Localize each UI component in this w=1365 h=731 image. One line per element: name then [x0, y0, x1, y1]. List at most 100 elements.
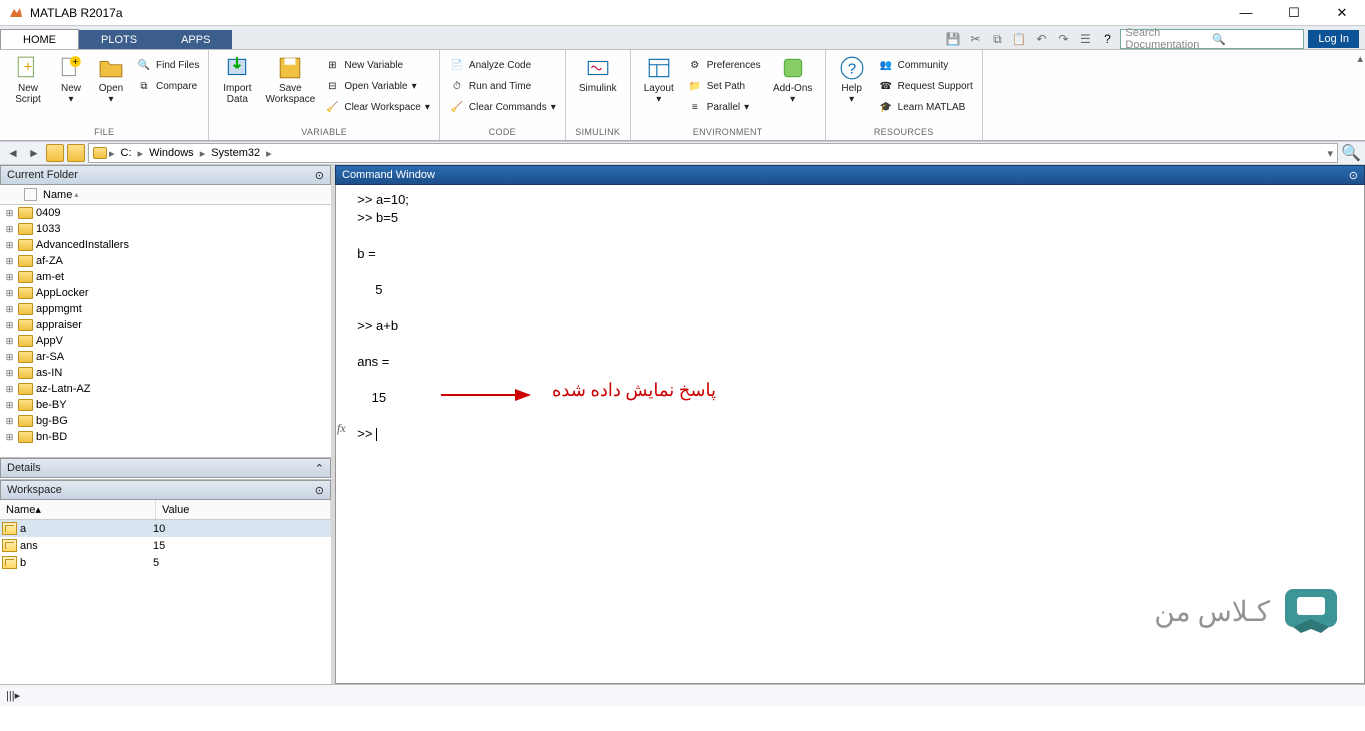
- expand-icon[interactable]: ⊞: [4, 384, 15, 395]
- expand-icon[interactable]: ⊞: [4, 256, 15, 267]
- expand-icon[interactable]: ⊞: [4, 352, 15, 363]
- expand-icon[interactable]: ⊞: [4, 208, 15, 219]
- folder-item[interactable]: ⊞am-et: [0, 269, 331, 285]
- analyze-code-button[interactable]: 📄Analyze Code: [446, 55, 559, 75]
- file-list[interactable]: ⊞0409⊞1033⊞AdvancedInstallers⊞af-ZA⊞am-e…: [0, 205, 331, 457]
- nav-up-icon[interactable]: [46, 144, 64, 162]
- import-data-button[interactable]: Import Data: [215, 55, 259, 105]
- folder-item[interactable]: ⊞AdvancedInstallers: [0, 237, 331, 253]
- folder-item[interactable]: ⊞appmgmt: [0, 301, 331, 317]
- undo-icon[interactable]: ↶: [1032, 30, 1050, 48]
- expand-icon[interactable]: ⊞: [4, 288, 15, 299]
- expand-icon[interactable]: ⊞: [4, 368, 15, 379]
- parallel-button[interactable]: ≡Parallel ▾: [684, 97, 764, 117]
- preferences-button[interactable]: ⚙Preferences: [684, 55, 764, 75]
- new-button[interactable]: + New▾: [53, 55, 89, 105]
- folder-item[interactable]: ⊞0409: [0, 205, 331, 221]
- folder-name-column[interactable]: Name▴: [0, 185, 331, 205]
- folder-item[interactable]: ⊞be-BY: [0, 397, 331, 413]
- folder-item[interactable]: ⊞AppV: [0, 333, 331, 349]
- ribbon-collapse-icon[interactable]: ▴: [1357, 52, 1363, 65]
- folder-item[interactable]: ⊞as-IN: [0, 365, 331, 381]
- breadcrumb-dropdown-icon[interactable]: ▾: [1327, 147, 1333, 160]
- crumb-system32[interactable]: System32: [207, 147, 264, 159]
- expand-icon[interactable]: ⊞: [4, 240, 15, 251]
- new-script-button[interactable]: + New Script: [6, 55, 50, 105]
- find-files-button[interactable]: 🔍Find Files: [133, 55, 202, 75]
- crumb-c[interactable]: C:: [117, 147, 136, 159]
- tab-plots[interactable]: PLOTS: [79, 30, 159, 49]
- command-window-header[interactable]: Command Window ⊙: [335, 165, 1365, 185]
- learn-matlab-button[interactable]: 🎓Learn MATLAB: [875, 97, 976, 117]
- crumb-windows[interactable]: Windows: [145, 147, 198, 159]
- compare-button[interactable]: ⧉Compare: [133, 76, 202, 96]
- community-button[interactable]: 👥Community: [875, 55, 976, 75]
- expand-icon[interactable]: ⊞: [4, 272, 15, 283]
- breadcrumb[interactable]: ▸ C: ▸ Windows ▸ System32 ▸ ▾: [88, 143, 1338, 163]
- clear-commands-button[interactable]: 🧹Clear Commands ▾: [446, 97, 559, 117]
- panel-expand-icon[interactable]: ⌃: [315, 462, 324, 475]
- details-header[interactable]: Details ⌃: [0, 458, 331, 478]
- expand-icon[interactable]: ⊞: [4, 320, 15, 331]
- nav-back-icon[interactable]: ◄: [4, 144, 22, 162]
- workspace-rows[interactable]: a10ans15b5: [0, 520, 331, 684]
- panel-menu-icon[interactable]: ⊙: [315, 484, 324, 497]
- copy-icon[interactable]: ⧉: [988, 30, 1006, 48]
- login-button[interactable]: Log In: [1308, 30, 1359, 48]
- help-button[interactable]: ? Help▾: [832, 55, 872, 105]
- expand-icon[interactable]: ⊞: [4, 416, 15, 427]
- minimize-button[interactable]: —: [1231, 5, 1261, 21]
- save-icon[interactable]: 💾: [944, 30, 962, 48]
- workspace-row[interactable]: ans15: [0, 537, 331, 554]
- request-support-button[interactable]: ☎Request Support: [875, 76, 976, 96]
- save-workspace-button[interactable]: Save Workspace: [262, 55, 318, 105]
- workspace-row[interactable]: a10: [0, 520, 331, 537]
- nav-folder-icon[interactable]: [67, 144, 85, 162]
- folder-item[interactable]: ⊞af-ZA: [0, 253, 331, 269]
- set-path-button[interactable]: 📁Set Path: [684, 76, 764, 96]
- close-button[interactable]: ✕: [1327, 5, 1357, 21]
- cut-icon[interactable]: ✂: [966, 30, 984, 48]
- toggle-icon[interactable]: ☰: [1076, 30, 1094, 48]
- help-icon[interactable]: ?: [1098, 30, 1116, 48]
- expand-icon[interactable]: ⊞: [4, 432, 15, 443]
- expand-icon[interactable]: ⊞: [4, 336, 15, 347]
- folder-item[interactable]: ⊞ar-SA: [0, 349, 331, 365]
- fx-icon[interactable]: fx: [337, 421, 346, 436]
- folder-item[interactable]: ⊞bn-BD: [0, 429, 331, 445]
- expand-icon[interactable]: ⊞: [4, 400, 15, 411]
- nav-forward-icon[interactable]: ►: [25, 144, 43, 162]
- panel-menu-icon[interactable]: ⊙: [315, 169, 324, 182]
- folder-item[interactable]: ⊞ 1033: [0, 221, 331, 237]
- addons-button[interactable]: Add-Ons▾: [767, 55, 819, 105]
- folder-item[interactable]: ⊞az-Latn-AZ: [0, 381, 331, 397]
- current-folder-header[interactable]: Current Folder ⊙: [0, 165, 331, 185]
- path-search-icon[interactable]: 🔍: [1341, 143, 1361, 163]
- folder-item[interactable]: ⊞AppLocker: [0, 285, 331, 301]
- run-and-time-button[interactable]: ⏱Run and Time: [446, 76, 559, 96]
- folder-item[interactable]: ⊞bg-BG: [0, 413, 331, 429]
- workspace-value-column[interactable]: Value: [156, 500, 331, 519]
- workspace-header[interactable]: Workspace ⊙: [0, 480, 331, 500]
- clear-workspace-button[interactable]: 🧹Clear Workspace ▾: [321, 97, 433, 117]
- open-variable-button[interactable]: ⊟Open Variable ▾: [321, 76, 433, 96]
- folder-item[interactable]: ⊞appraiser: [0, 317, 331, 333]
- simulink-button[interactable]: Simulink: [572, 55, 624, 94]
- tab-apps[interactable]: APPS: [159, 30, 232, 49]
- workspace-name-column[interactable]: Name ▴: [0, 500, 156, 519]
- expand-icon[interactable]: ⊞: [4, 224, 15, 235]
- command-window-body[interactable]: >> a=10; >> b=5 b = 5 >> a+b ans = 15 >>…: [335, 185, 1365, 684]
- new-variable-button[interactable]: ⊞New Variable: [321, 55, 433, 75]
- panel-menu-icon[interactable]: ⊙: [1349, 169, 1358, 182]
- workspace-row[interactable]: b5: [0, 554, 331, 571]
- folder-name: 1033: [36, 223, 60, 235]
- layout-button[interactable]: Layout▾: [637, 55, 681, 105]
- expand-icon[interactable]: ⊞: [4, 304, 15, 315]
- search-icon[interactable]: 🔍: [1212, 33, 1299, 46]
- search-documentation[interactable]: Search Documentation 🔍: [1120, 29, 1304, 49]
- maximize-button[interactable]: ☐: [1279, 5, 1309, 21]
- paste-icon[interactable]: 📋: [1010, 30, 1028, 48]
- redo-icon[interactable]: ↷: [1054, 30, 1072, 48]
- tab-home[interactable]: HOME: [0, 29, 79, 49]
- open-button[interactable]: Open▾: [92, 55, 130, 105]
